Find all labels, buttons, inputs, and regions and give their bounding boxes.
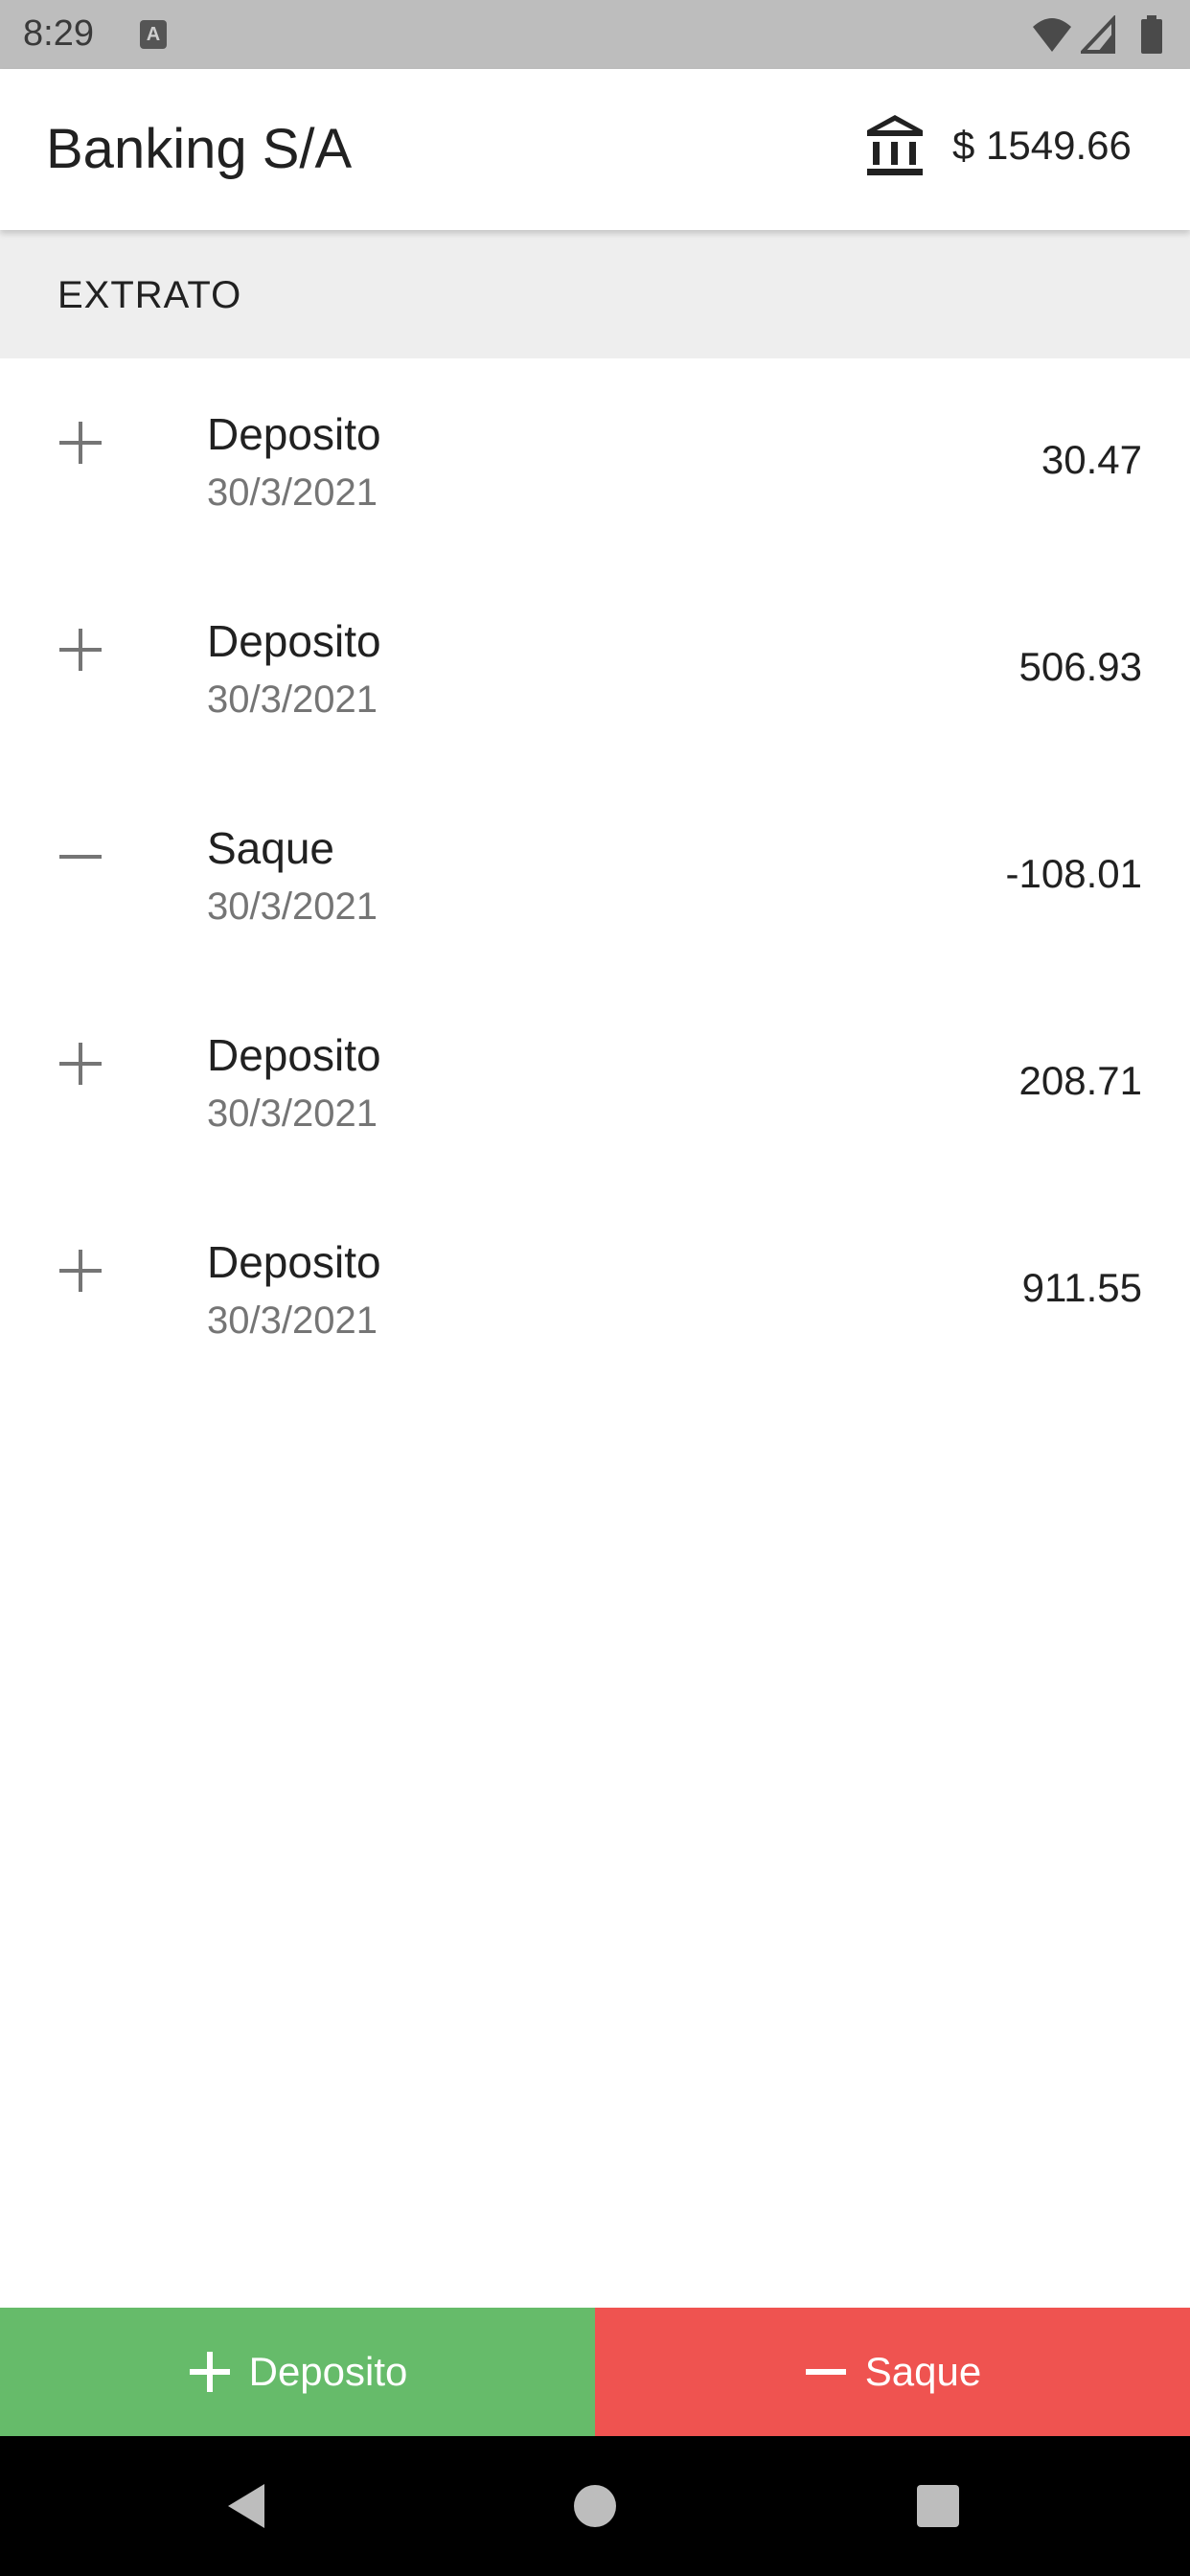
transaction-name: Deposito [207,1237,381,1287]
home-icon[interactable] [569,2480,621,2532]
battery-icon [1141,15,1162,54]
list-item[interactable]: Deposito 30/3/2021 911.55 [0,1186,1190,1393]
transaction-date: 30/3/2021 [207,1092,378,1135]
transaction-value: 506.93 [1018,644,1142,689]
bank-icon [867,115,923,175]
screen: 8:29 A Banking S/A $ 1549.66 EXTRATO Dep… [0,0,1190,2576]
plus-icon [59,422,102,464]
plus-icon [59,629,102,671]
transaction-value: -108.01 [1005,851,1142,896]
statement-header: EXTRATO [0,230,1190,358]
minus-icon [805,2369,846,2375]
list-item[interactable]: Deposito 30/3/2021 30.47 [0,358,1190,565]
transaction-date: 30/3/2021 [207,886,378,928]
status-time: 8:29 [23,13,94,54]
plus-icon [189,2352,230,2392]
status-bar: 8:29 A [0,0,1190,69]
statement-title: EXTRATO [57,274,242,316]
list-item[interactable]: Saque 30/3/2021 -108.01 [0,772,1190,979]
transaction-value: 30.47 [1041,437,1142,482]
signal-icon [1081,15,1115,54]
app-title: Banking S/A [46,118,353,180]
transaction-name: Deposito [207,1030,381,1080]
plus-icon [59,1250,102,1292]
action-bar: Deposito Saque [0,2308,1190,2436]
app-bar: Banking S/A $ 1549.66 [0,69,1190,230]
transaction-name: Deposito [207,409,381,459]
withdraw-button[interactable]: Saque [595,2308,1190,2436]
transaction-value: 208.71 [1018,1058,1142,1103]
transaction-date: 30/3/2021 [207,678,378,721]
list-item[interactable]: Deposito 30/3/2021 506.93 [0,565,1190,772]
withdraw-button-label: Saque [864,2349,982,2394]
back-icon[interactable] [222,2480,274,2532]
recents-icon[interactable] [912,2480,964,2532]
transaction-name: Saque [207,823,335,873]
account-balance: $ 1549.66 [952,123,1132,168]
list-item[interactable]: Deposito 30/3/2021 208.71 [0,979,1190,1186]
wifi-icon [1033,18,1071,52]
transaction-list: Deposito 30/3/2021 30.47 Deposito 30/3/2… [0,358,1190,1393]
deposit-button[interactable]: Deposito [0,2308,595,2436]
minus-icon [59,855,102,859]
transaction-value: 911.55 [1021,1265,1142,1310]
transaction-name: Deposito [207,616,381,666]
deposit-button-label: Deposito [248,2349,408,2394]
navigation-bar [0,2436,1190,2576]
transaction-date: 30/3/2021 [207,1300,378,1342]
transaction-date: 30/3/2021 [207,472,378,514]
notification-icon: A [140,20,167,49]
plus-icon [59,1043,102,1085]
